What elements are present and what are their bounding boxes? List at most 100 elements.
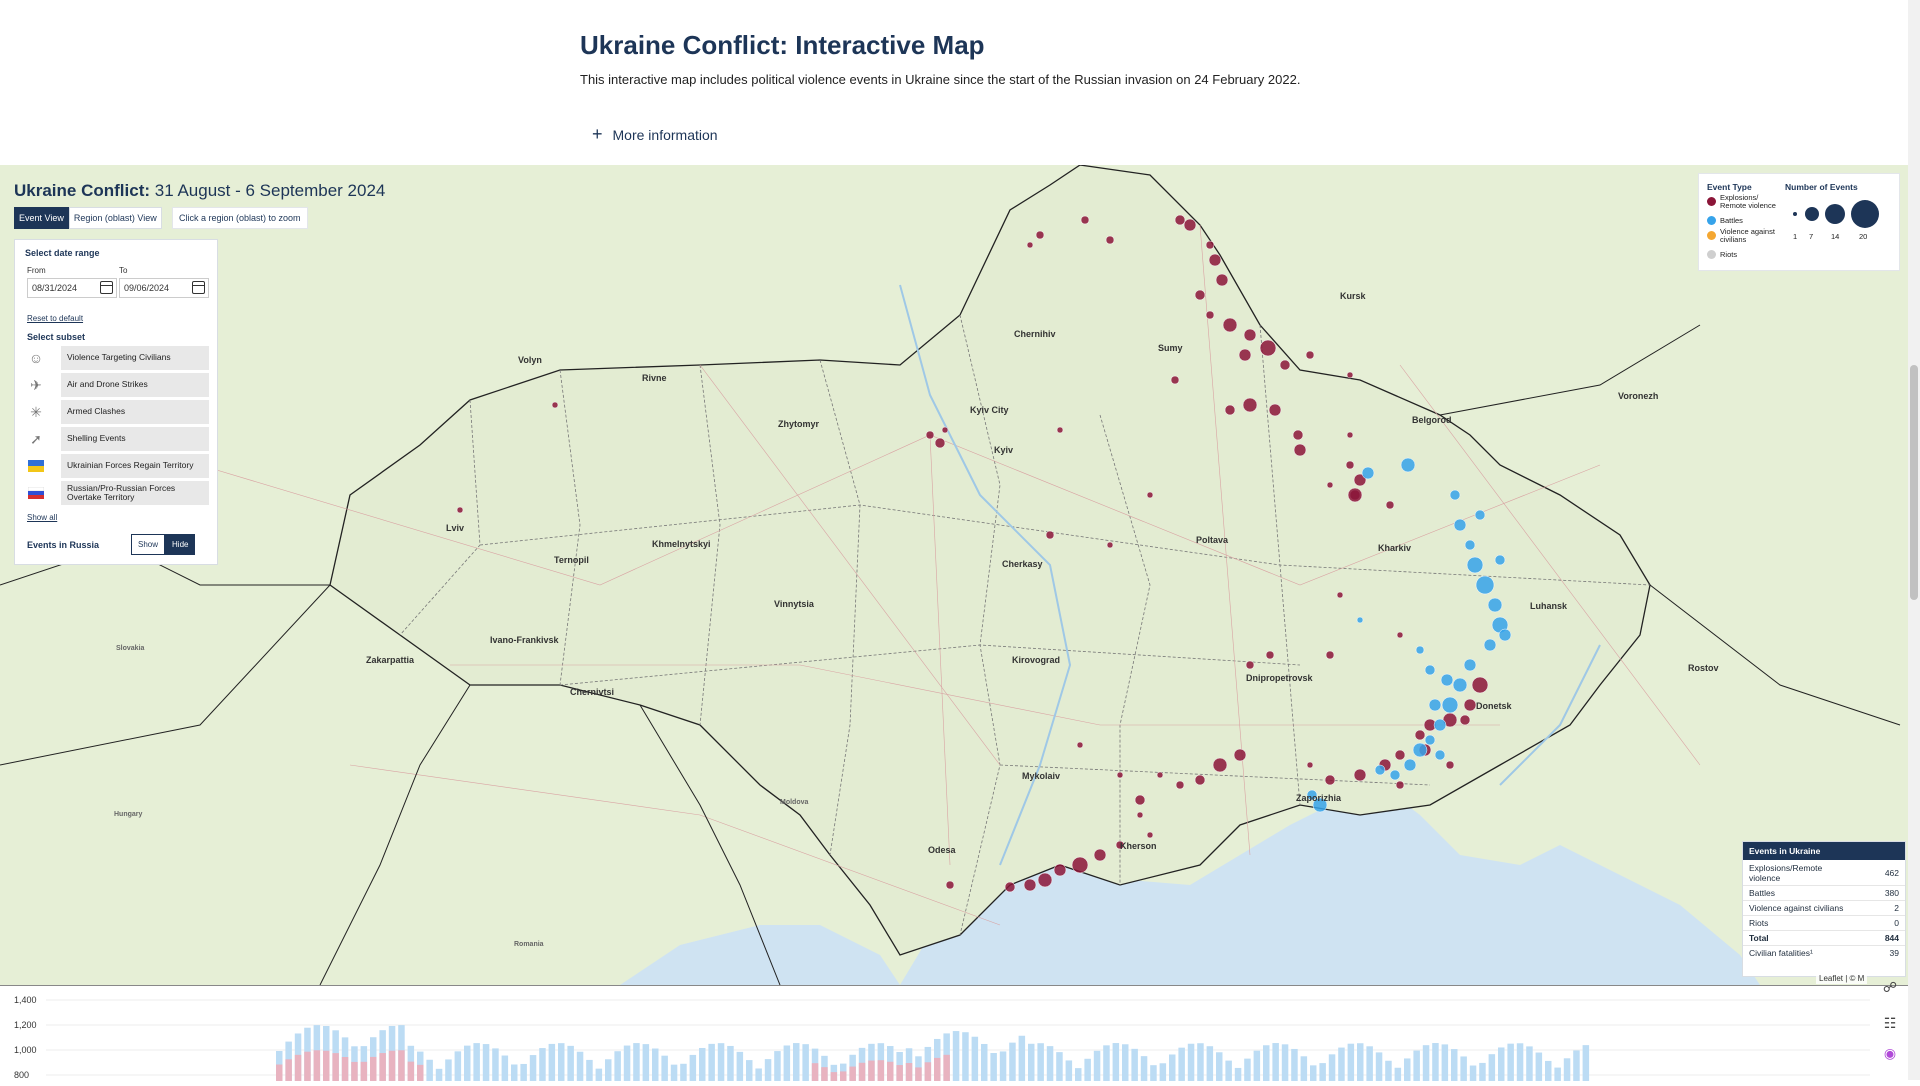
timeline-bar-explosions[interactable] <box>351 1061 358 1081</box>
timeline-bar[interactable] <box>689 1054 697 1081</box>
timeline-bar[interactable] <box>576 1051 584 1081</box>
timeline-bar[interactable] <box>793 1043 800 1081</box>
timeline-bar[interactable] <box>1065 1060 1073 1081</box>
timeline-bar[interactable] <box>548 1043 556 1081</box>
share-icon[interactable]: ☍ <box>1880 979 1900 999</box>
timeline-bar[interactable] <box>1554 1067 1561 1081</box>
timeline-bar[interactable] <box>717 1043 725 1081</box>
timeline-bar[interactable] <box>736 1051 744 1081</box>
timeline-bar[interactable] <box>774 1051 781 1081</box>
timeline-bar-explosions[interactable] <box>915 1067 922 1081</box>
timeline-bar[interactable] <box>623 1045 631 1081</box>
timeline-bar[interactable] <box>1150 1065 1157 1081</box>
timeline-bar[interactable] <box>1159 1063 1167 1081</box>
timeline-bar[interactable] <box>1573 1050 1580 1081</box>
timeline-bar-explosions[interactable] <box>323 1050 330 1081</box>
subset-ukraine-regain[interactable]: Ukrainian Forces Regain Territory <box>25 454 209 478</box>
timeline-bar[interactable] <box>520 1063 527 1081</box>
subset-air-drone-strikes[interactable]: ✈ Air and Drone Strikes <box>25 373 209 397</box>
calendar-icon[interactable] <box>100 281 113 294</box>
to-date-input[interactable]: 09/06/2024 <box>119 278 209 298</box>
timeline-bar[interactable] <box>1084 1058 1091 1081</box>
timeline-bar[interactable] <box>1385 1060 1392 1081</box>
timeline-bar[interactable] <box>1272 1043 1279 1081</box>
timeline-bar[interactable] <box>642 1044 650 1081</box>
scrollbar-thumb[interactable] <box>1910 365 1918 600</box>
timeline-bar[interactable] <box>1300 1056 1308 1081</box>
timeline-bar[interactable] <box>1225 1060 1232 1081</box>
timeline-bar[interactable] <box>1169 1054 1176 1081</box>
timeline-bar[interactable] <box>539 1048 546 1081</box>
timeline-bar-explosions[interactable] <box>304 1051 311 1081</box>
timeline-bar-explosions[interactable] <box>417 1064 424 1081</box>
reset-to-default-link[interactable]: Reset to default <box>27 314 83 323</box>
timeline-bar-explosions[interactable] <box>360 1061 368 1081</box>
timeline-bar-explosions[interactable] <box>905 1062 913 1081</box>
timeline-bar[interactable] <box>680 1063 687 1081</box>
timeline-bar[interactable] <box>567 1045 574 1081</box>
timeline-bar[interactable] <box>1338 1047 1345 1081</box>
timeline-bar[interactable] <box>605 1059 612 1081</box>
timeline-bar[interactable] <box>652 1048 659 1081</box>
timeline-bar[interactable] <box>1140 1056 1148 1081</box>
timeline-bar-explosions[interactable] <box>341 1057 349 1081</box>
timeline-bar[interactable] <box>1075 1068 1082 1081</box>
map-canvas[interactable]: Volyn Rivne Zhytomyr Chernihiv Sumy Kurs… <box>0 165 1908 985</box>
timeline-bar-explosions[interactable] <box>332 1053 339 1081</box>
subset-shelling-events[interactable]: ➚ Shelling Events <box>25 427 209 451</box>
timeline-bar[interactable] <box>1563 1058 1571 1081</box>
timeline-bar[interactable] <box>1328 1054 1336 1081</box>
timeline-bar-explosions[interactable] <box>858 1062 866 1081</box>
timeline-bar[interactable] <box>464 1045 471 1081</box>
timeline-bar[interactable] <box>1310 1065 1317 1081</box>
more-information-toggle[interactable]: + More information <box>592 124 718 145</box>
timeline-bar[interactable] <box>999 1051 1007 1081</box>
timeline-bar[interactable] <box>1422 1045 1430 1081</box>
timeline-bar[interactable] <box>1394 1067 1402 1081</box>
timeline-bar[interactable] <box>708 1043 715 1081</box>
globe-icon[interactable]: ◉ <box>1880 1045 1900 1065</box>
timeline-bar[interactable] <box>1056 1052 1063 1081</box>
show-all-link[interactable]: Show all <box>27 513 57 522</box>
event-view-button[interactable]: Event View <box>14 207 69 229</box>
timeline-bar[interactable] <box>764 1059 772 1081</box>
timeline-bar[interactable] <box>1535 1052 1543 1081</box>
timeline-bar[interactable] <box>1197 1043 1204 1081</box>
timeline-bar[interactable] <box>1178 1047 1185 1081</box>
timeline-bar[interactable] <box>1582 1045 1590 1081</box>
map-attribution[interactable]: Leaflet | © M <box>1816 973 1868 984</box>
timeline-bar[interactable] <box>1432 1043 1439 1081</box>
timeline-bar-explosions[interactable] <box>379 1053 386 1081</box>
timeline-bar-explosions[interactable] <box>896 1065 903 1081</box>
russia-show-button[interactable]: Show <box>131 534 166 555</box>
timeline-bar[interactable] <box>981 1043 988 1081</box>
timeline-bar[interactable] <box>661 1055 668 1081</box>
timeline-bar[interactable] <box>1018 1035 1026 1081</box>
timeline-bar[interactable] <box>1404 1058 1411 1081</box>
calendar-icon[interactable] <box>192 281 205 294</box>
timeline-bar[interactable] <box>1366 1046 1373 1081</box>
timeline-bar[interactable] <box>802 1044 809 1081</box>
timeline-bar[interactable] <box>1441 1044 1449 1081</box>
timeline-bar[interactable] <box>1234 1067 1242 1081</box>
timeline-bar[interactable] <box>1357 1043 1364 1081</box>
page-scrollbar[interactable] <box>1908 0 1920 1080</box>
timeline-bar[interactable] <box>1263 1045 1270 1081</box>
timeline-bar[interactable] <box>435 1068 443 1081</box>
timeline-bar[interactable] <box>990 1053 997 1081</box>
timeline-bar[interactable] <box>1244 1058 1251 1081</box>
timeline-bar[interactable] <box>1122 1044 1129 1081</box>
region-view-button[interactable]: Region (oblast) View <box>68 207 162 229</box>
timeline-bar[interactable] <box>1347 1043 1355 1081</box>
timeline-bar[interactable] <box>1516 1043 1524 1081</box>
timeline-bar[interactable] <box>783 1045 791 1081</box>
timeline-bar[interactable] <box>454 1051 462 1081</box>
timeline-bar[interactable] <box>1451 1049 1458 1081</box>
timeline-bar-explosions[interactable] <box>821 1067 828 1081</box>
timeline-bar[interactable] <box>699 1047 706 1081</box>
timeline-bar[interactable] <box>1526 1046 1533 1081</box>
timeline-bar[interactable] <box>1216 1052 1223 1081</box>
timeline-bar[interactable] <box>558 1043 565 1081</box>
timeline-bar[interactable] <box>501 1055 509 1081</box>
timeline-bar[interactable] <box>952 1031 960 1081</box>
